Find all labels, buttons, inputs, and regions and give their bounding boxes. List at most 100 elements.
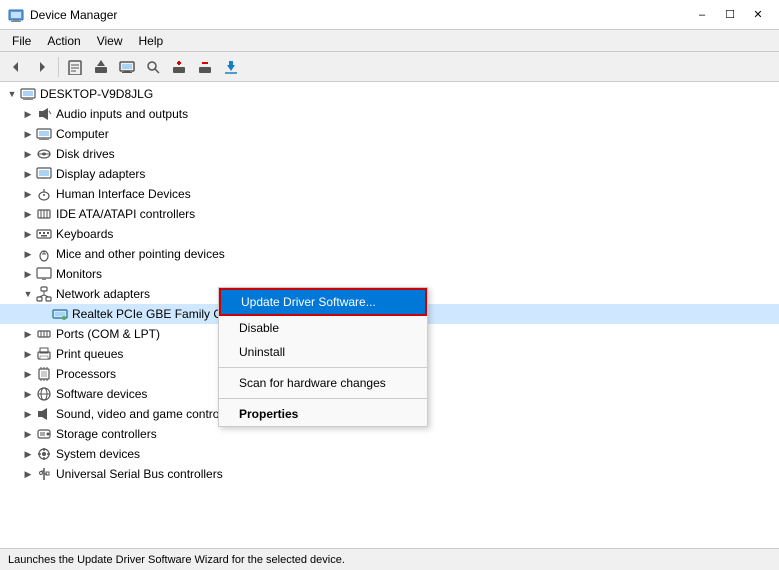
audio-icon [36,106,52,122]
ctx-disable-label: Disable [239,321,279,335]
sound-icon [36,406,52,422]
software-expand-icon[interactable]: ▶ [20,386,36,402]
ctx-sep-2 [219,398,427,399]
sound-label: Sound, video and game controllers [56,407,241,421]
tree-item-audio[interactable]: ▶ Audio inputs and outputs [0,104,779,124]
monitors-expand-icon[interactable]: ▶ [20,266,36,282]
keyboard-label: Keyboards [56,227,113,241]
sound-expand-icon[interactable]: ▶ [20,406,36,422]
ports-icon [36,326,52,342]
ctx-scan-label: Scan for hardware changes [239,376,386,390]
disk-expand-icon[interactable]: ▶ [20,146,36,162]
ctx-update-driver-label: Update Driver Software... [241,295,376,309]
processors-label: Processors [56,367,116,381]
mice-expand-icon[interactable]: ▶ [20,246,36,262]
monitors-label: Monitors [56,267,102,281]
toolbar-add-device[interactable] [167,55,191,79]
hid-expand-icon[interactable]: ▶ [20,186,36,202]
tree-item-display[interactable]: ▶ Display adapters [0,164,779,184]
add-device-icon [171,59,187,75]
toolbar-device-manager[interactable] [115,55,139,79]
menu-action[interactable]: Action [39,32,88,50]
title-bar-left: Device Manager [8,7,117,23]
mice-label: Mice and other pointing devices [56,247,225,261]
remove-device-icon [197,59,213,75]
properties-icon [67,59,83,75]
tree-item-usb[interactable]: ▶ Universal Serial Bus controllers [0,464,779,484]
disk-label: Disk drives [56,147,115,161]
toolbar-download[interactable] [219,55,243,79]
ctx-disable[interactable]: Disable [219,316,427,340]
usb-label: Universal Serial Bus controllers [56,467,223,481]
system-icon [36,446,52,462]
context-menu: Update Driver Software... Disable Uninst… [218,287,428,427]
scan-icon [145,59,161,75]
minimize-button[interactable]: – [689,5,715,25]
computer-expand-icon[interactable]: ▶ [20,126,36,142]
realtek-spacer [36,306,52,322]
ctx-scan[interactable]: Scan for hardware changes [219,371,427,395]
ide-expand-icon[interactable]: ▶ [20,206,36,222]
toolbar-properties[interactable] [63,55,87,79]
tree-item-disk[interactable]: ▶ Disk drives [0,144,779,164]
menu-file[interactable]: File [4,32,39,50]
maximize-button[interactable]: ☐ [717,5,743,25]
tree-item-mice[interactable]: ▶ Mice and other pointing devices [0,244,779,264]
ide-icon [36,206,52,222]
tree-item-computer[interactable]: ▶ Computer [0,124,779,144]
keyboard-expand-icon[interactable]: ▶ [20,226,36,242]
menu-view[interactable]: View [89,32,131,50]
mice-icon [36,246,52,262]
disk-icon [36,146,52,162]
window-title: Device Manager [30,8,117,22]
ports-expand-icon[interactable]: ▶ [20,326,36,342]
tree-root[interactable]: ▼ DESKTOP-V9D8JLG [0,84,779,104]
processors-icon [36,366,52,382]
toolbar-forward[interactable] [30,55,54,79]
ports-label: Ports (COM & LPT) [56,327,160,341]
status-bar: Launches the Update Driver Software Wiza… [0,548,779,570]
ctx-uninstall-label: Uninstall [239,345,285,359]
back-icon [8,59,24,75]
system-expand-icon[interactable]: ▶ [20,446,36,462]
app-icon [8,7,24,23]
ctx-properties[interactable]: Properties [219,402,427,426]
ctx-update-driver[interactable]: Update Driver Software... [219,288,427,316]
window-controls: – ☐ ✕ [689,5,771,25]
ide-label: IDE ATA/ATAPI controllers [56,207,195,221]
storage-expand-icon[interactable]: ▶ [20,426,36,442]
ctx-uninstall[interactable]: Uninstall [219,340,427,364]
display-expand-icon[interactable]: ▶ [20,166,36,182]
main-content: ▼ DESKTOP-V9D8JLG ▶ Audio inputs and out… [0,82,779,548]
tree-item-ide[interactable]: ▶ IDE ATA/ATAPI controllers [0,204,779,224]
tree-item-monitors[interactable]: ▶ Monitors [0,264,779,284]
usb-expand-icon[interactable]: ▶ [20,466,36,482]
software-icon [36,386,52,402]
tree-item-hid[interactable]: ▶ Human Interface Devices [0,184,779,204]
toolbar [0,52,779,82]
toolbar-scan[interactable] [141,55,165,79]
tree-item-keyboard[interactable]: ▶ Keyboards [0,224,779,244]
tree-item-system[interactable]: ▶ System devices [0,444,779,464]
processors-expand-icon[interactable]: ▶ [20,366,36,382]
audio-label: Audio inputs and outputs [56,107,188,121]
audio-expand-icon[interactable]: ▶ [20,106,36,122]
usb-icon [36,466,52,482]
toolbar-update-driver[interactable] [89,55,113,79]
root-expand-icon[interactable]: ▼ [4,86,20,102]
status-text: Launches the Update Driver Software Wiza… [8,554,345,566]
menu-help[interactable]: Help [131,32,172,50]
system-label: System devices [56,447,140,461]
computer-icon [36,126,52,142]
root-label: DESKTOP-V9D8JLG [40,87,153,101]
computer-label: Computer [56,127,109,141]
print-icon [36,346,52,362]
toolbar-back[interactable] [4,55,28,79]
close-button[interactable]: ✕ [745,5,771,25]
print-expand-icon[interactable]: ▶ [20,346,36,362]
toolbar-remove-device[interactable] [193,55,217,79]
device-manager-icon [119,59,135,75]
tree-item-storage[interactable]: ▶ Storage controllers [0,424,779,444]
network-expand-icon[interactable]: ▼ [20,286,36,302]
title-bar: Device Manager – ☐ ✕ [0,0,779,30]
